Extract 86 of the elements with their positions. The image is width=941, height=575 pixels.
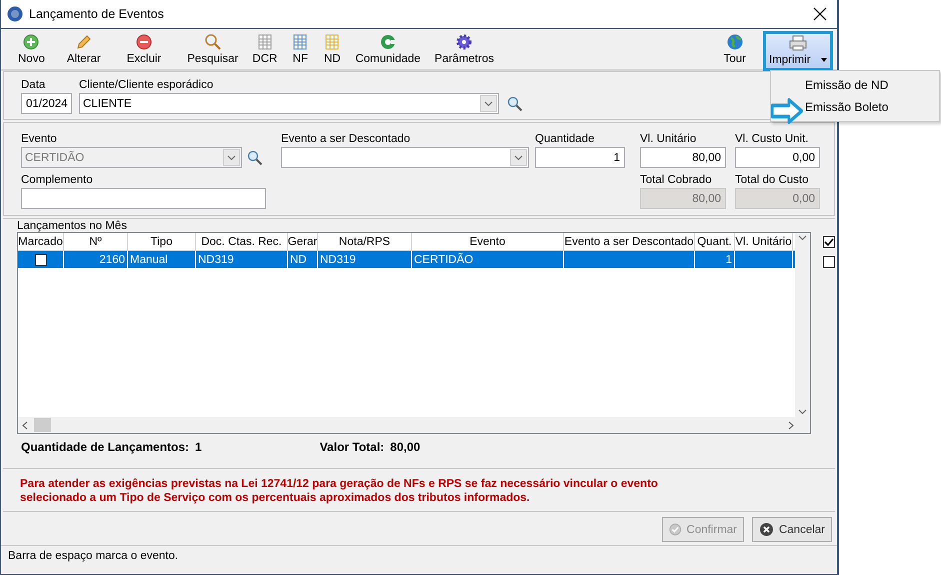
column-header[interactable]: Marcado [18,233,64,250]
globe-icon [726,33,744,51]
warning-message: Para atender as exigências previstas na Lei 12741/12 para geração de NFs e RPS se faz necessário vincular o evento selecionado a um Tipo de Serviço com os percentuais aproximados dos tributos informados. [20,477,659,505]
app-logo-icon [7,6,23,22]
window-title: Lançamento de Eventos [29,7,165,21]
table-cell: CERTIDÃO [412,251,564,268]
toolbar-button[interactable]: Comunidade [348,31,428,69]
horizontal-scrollbar[interactable] [18,417,810,433]
chevron-left-icon[interactable] [22,420,28,430]
chevron-down-icon [798,235,807,241]
checkbox[interactable] [823,236,835,248]
search-icon[interactable] [247,150,263,166]
field-label: Quantidade [535,133,594,145]
table-cell: Manual [128,251,196,268]
toolbar-button[interactable]: Parâmetros [428,31,501,69]
column-header[interactable]: Vl. Unitário [735,233,793,250]
table-row[interactable]: 2160 Manual ND319 ND ND319 CERTIDÃO 1 [18,251,795,268]
plus-circle-icon [22,33,40,51]
column-header[interactable]: Doc. Ctas. Rec. [196,233,288,250]
total-value: 80,00 [390,440,420,456]
toolbar-button[interactable]: ND [316,31,348,69]
print-button[interactable]: Imprimir [763,31,833,71]
column-header[interactable]: Gerar [288,233,318,250]
table-cell: 2160 [64,251,128,268]
search-icon[interactable] [507,96,523,112]
status-text: Barra de espaço marca o evento. [8,550,178,562]
minus-circle-icon [134,33,153,51]
column-header[interactable]: Nº [64,233,128,250]
column-header[interactable]: Quant. [695,233,735,250]
community-icon [378,33,397,51]
tour-button[interactable]: Tour [716,31,753,69]
caret-icon [821,58,827,62]
chevron-down-icon [798,409,807,415]
client-dropdown[interactable]: CLIENTE [79,93,499,114]
complement-field[interactable] [21,188,266,209]
table-cell: 1 [695,251,735,268]
scrollbar-thumb[interactable] [34,418,51,432]
menu-item[interactable]: Emissão de ND [805,78,892,92]
column-header[interactable]: Evento [412,233,564,250]
total-label: Quantidade de Lançamentos: [21,440,190,456]
search-icon [204,33,222,51]
menu-item[interactable]: Emissão Boleto [805,100,892,114]
pencil-icon [74,33,93,51]
toolbar-button[interactable]: Pesquisar [180,31,246,69]
field-label: Complemento [21,174,93,186]
field-label: Data [21,79,46,91]
close-icon [759,522,774,537]
unit-value-field[interactable]: 80,00 [640,147,726,168]
total-value: 1 [195,440,202,456]
cancel-button[interactable]: Cancelar [752,517,832,542]
field-label: Cliente/Cliente esporádico [79,79,214,91]
toolbar-button[interactable]: NF [284,31,316,69]
date-field[interactable]: 01/2024 [21,93,72,114]
chevron-down-icon [227,154,236,160]
checkbox[interactable] [34,254,46,266]
checkbox[interactable] [823,256,835,268]
quantity-field[interactable]: 1 [535,147,625,168]
table-cell: ND319 [196,251,288,268]
chevron-right-icon[interactable] [788,420,794,430]
close-icon[interactable] [813,7,827,21]
total-cost-field: 0,00 [735,188,820,209]
vertical-scrollbar[interactable] [795,233,810,417]
check-icon [669,522,682,537]
column-header[interactable]: Nota/RPS [318,233,412,250]
total-label: Valor Total: [320,440,384,456]
field-label: Total Cobrado [640,174,712,186]
field-label: Total do Custo [735,174,809,186]
section-title: Lançamentos no Mês [17,220,128,232]
toolbar-button[interactable]: Alterar [60,31,108,69]
chevron-down-icon [484,100,493,106]
field-label: Evento [21,133,57,145]
unit-cost-field[interactable]: 0,00 [735,147,820,168]
table-cell: ND [288,251,318,268]
toolbar-button[interactable]: Excluir [120,31,168,69]
field-label: Vl. Unitário [640,133,696,145]
gear-icon [455,33,474,51]
printer-icon [789,35,807,51]
total-charged-field: 80,00 [640,188,726,209]
table-cell: ND319 [318,251,412,268]
column-header[interactable]: Tipo [128,233,196,250]
field-label: Evento a ser Descontado [281,133,410,145]
toolbar-button[interactable]: DCR [245,31,284,69]
chevron-down-icon [514,154,523,160]
field-label: Vl. Custo Unit. [735,133,808,145]
column-header[interactable]: Evento a ser Descontado [564,233,695,250]
toolbar-button[interactable]: Novo [11,31,52,69]
